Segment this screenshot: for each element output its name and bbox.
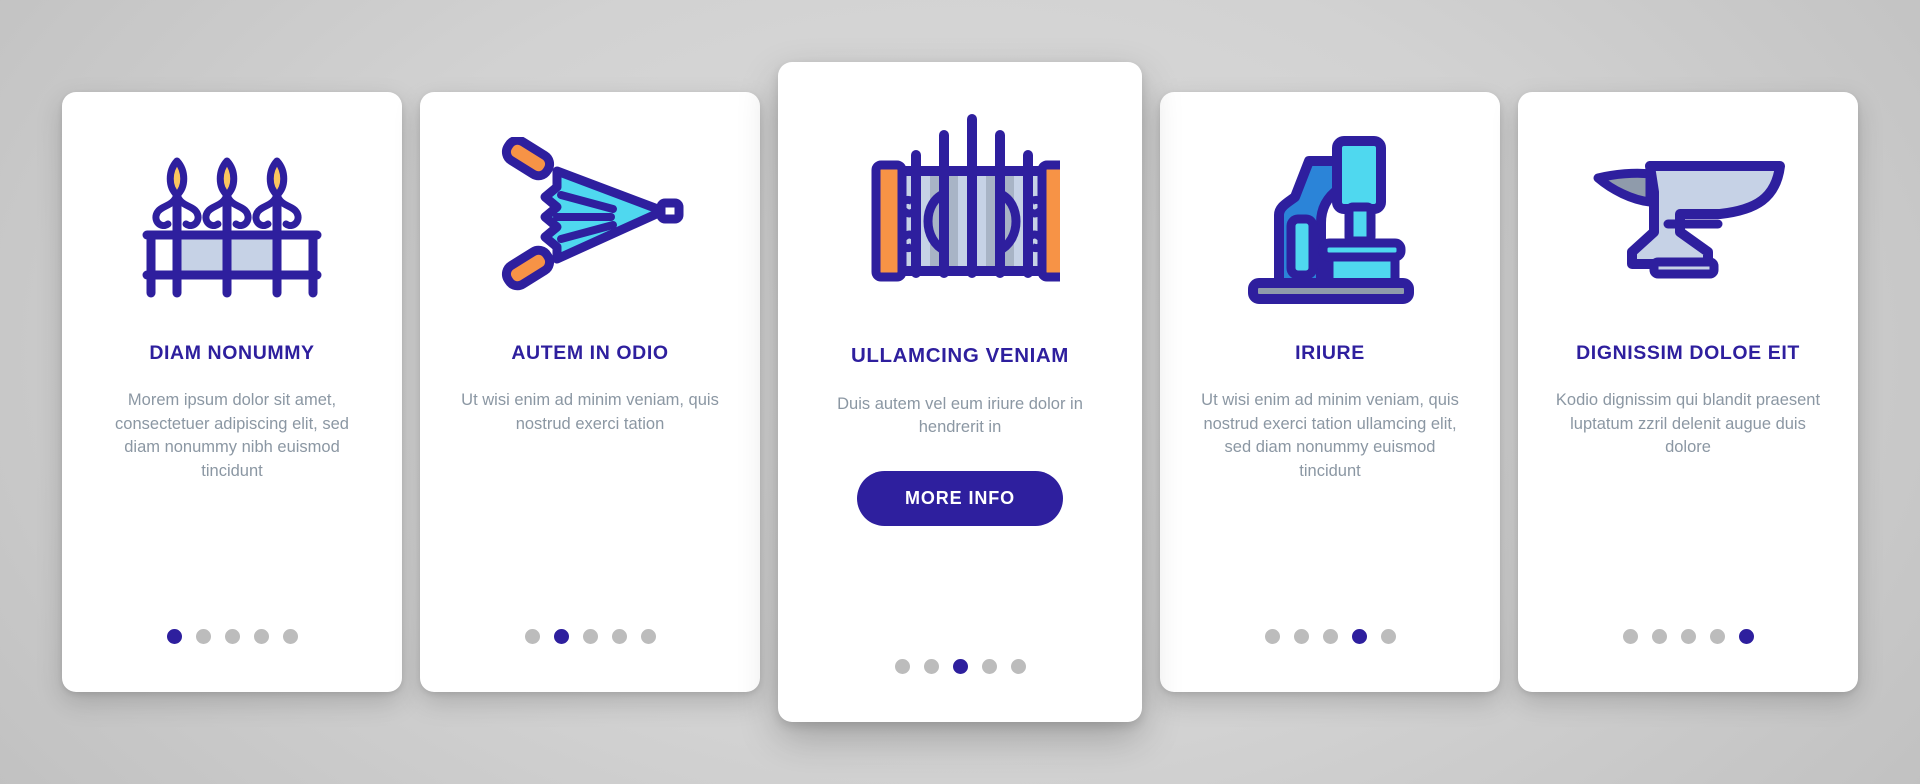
pagination-dot-3[interactable] — [1680, 629, 1696, 644]
onboarding-carousel: DIAM NONUMMY Morem ipsum dolor sit amet, … — [0, 0, 1920, 784]
bellows-icon — [442, 92, 738, 342]
card-body-text: Duis autem vel eum iriure dolor in hendr… — [837, 394, 1083, 437]
pagination-dots — [420, 629, 760, 644]
bellows-icon — [501, 137, 684, 291]
wrought-iron-gate-icon — [800, 62, 1120, 344]
anvil-icon — [1540, 92, 1836, 342]
card-title: ULLAMCING VENIAM — [850, 344, 1069, 367]
onboarding-card-4: IRIURE Ut wisi enim ad minim veniam, quis… — [1160, 92, 1500, 692]
pagination-dot-2[interactable] — [923, 659, 939, 674]
pagination-dots — [1518, 629, 1858, 644]
card-body-text: Morem ipsum dolor sit amet, consectetuer… — [115, 391, 349, 480]
microscope-icon — [1182, 92, 1478, 342]
card-title: IRIURE — [1295, 342, 1365, 364]
pagination-dot-5-active[interactable] — [1738, 629, 1754, 644]
onboarding-card-3: ULLAMCING VENIAM Duis autem vel eum iriur… — [778, 62, 1142, 722]
pagination-dot-2[interactable] — [1293, 629, 1309, 644]
pagination-dots — [62, 629, 402, 644]
card-body-text: Kodio dignissim qui blandit praesent lup… — [1555, 391, 1821, 457]
pagination-dot-1-active[interactable] — [166, 629, 182, 644]
pagination-dot-1[interactable] — [1622, 629, 1638, 644]
card-body-text: Ut wisi enim ad minim veniam, quis nostr… — [461, 391, 719, 433]
pagination-dots — [1160, 629, 1500, 644]
onboarding-card-1: DIAM NONUMMY Morem ipsum dolor sit amet, … — [62, 92, 402, 692]
pagination-dot-5[interactable] — [282, 629, 298, 644]
pagination-dot-4[interactable] — [1709, 629, 1725, 644]
card-title: DIGNISSIM DOLOE EIT — [1576, 342, 1800, 364]
ornamental-fence-icon — [84, 92, 380, 342]
pagination-dot-4[interactable] — [253, 629, 269, 644]
pagination-dot-5[interactable] — [640, 629, 656, 644]
microscope-icon — [1247, 136, 1414, 304]
pagination-dot-1[interactable] — [524, 629, 540, 644]
pagination-dot-1[interactable] — [1264, 629, 1280, 644]
pagination-dot-2-active[interactable] — [553, 629, 569, 644]
pagination-dot-4[interactable] — [981, 659, 997, 674]
pagination-dot-4[interactable] — [611, 629, 627, 644]
anvil-icon — [1593, 161, 1785, 279]
onboarding-card-2: AUTEM IN ODIO Ut wisi enim ad minim venia… — [420, 92, 760, 692]
pagination-dot-2[interactable] — [1651, 629, 1667, 644]
card-title: DIAM NONUMMY — [149, 342, 315, 364]
ornamental-fence-icon — [142, 157, 322, 297]
pagination-dot-3[interactable] — [224, 629, 240, 644]
pagination-dot-3[interactable] — [1322, 629, 1338, 644]
more-info-button[interactable]: MORE INFO — [856, 471, 1064, 527]
wrought-iron-gate-icon — [871, 114, 1060, 282]
pagination-dot-3-active[interactable] — [952, 659, 968, 674]
pagination-dot-3[interactable] — [582, 629, 598, 644]
pagination-dot-5[interactable] — [1380, 629, 1396, 644]
card-title: AUTEM IN ODIO — [511, 342, 669, 364]
pagination-dots — [778, 659, 1142, 674]
card-body-text: Ut wisi enim ad minim veniam, quis nostr… — [1201, 391, 1459, 480]
pagination-dot-4-active[interactable] — [1351, 629, 1367, 644]
onboarding-card-5: DIGNISSIM DOLOE EIT Kodio dignissim qui b… — [1518, 92, 1858, 692]
pagination-dot-2[interactable] — [195, 629, 211, 644]
pagination-dot-5[interactable] — [1010, 659, 1026, 674]
pagination-dot-1[interactable] — [894, 659, 910, 674]
